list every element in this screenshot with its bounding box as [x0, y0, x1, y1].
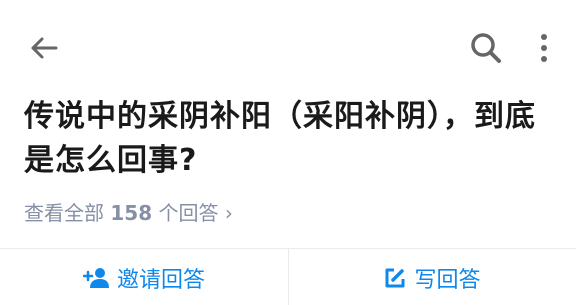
- write-answer-button[interactable]: 写回答: [289, 258, 576, 298]
- question-title: 传说中的采阴补阳（采阳补阴），到底是怎么回事?: [24, 99, 536, 178]
- add-user-icon: [82, 268, 109, 288]
- more-options-button[interactable]: [532, 31, 556, 65]
- top-bar: [0, 0, 576, 90]
- search-icon: [471, 33, 501, 63]
- write-answer-label: 写回答: [414, 268, 481, 293]
- back-button[interactable]: [26, 30, 62, 66]
- question-page: 传说中的采阴补阳（采阳补阴），到底是怎么回事? 查看全部 158 个回答 › 邀…: [0, 0, 576, 305]
- invite-answer-button[interactable]: 邀请回答: [0, 258, 288, 298]
- more-vertical-icon: [541, 34, 547, 62]
- invite-answer-label: 邀请回答: [116, 268, 205, 293]
- answers-suffix: 个回答: [158, 201, 219, 225]
- answers-count: 158: [110, 201, 153, 225]
- chevron-right-icon: ›: [224, 201, 233, 225]
- view-all-answers-link[interactable]: 查看全部 158 个回答 ›: [24, 198, 233, 228]
- answers-prefix: 查看全部: [24, 201, 104, 225]
- edit-icon: [385, 268, 405, 288]
- arrow-left-icon: [31, 37, 58, 59]
- search-button[interactable]: [469, 31, 503, 65]
